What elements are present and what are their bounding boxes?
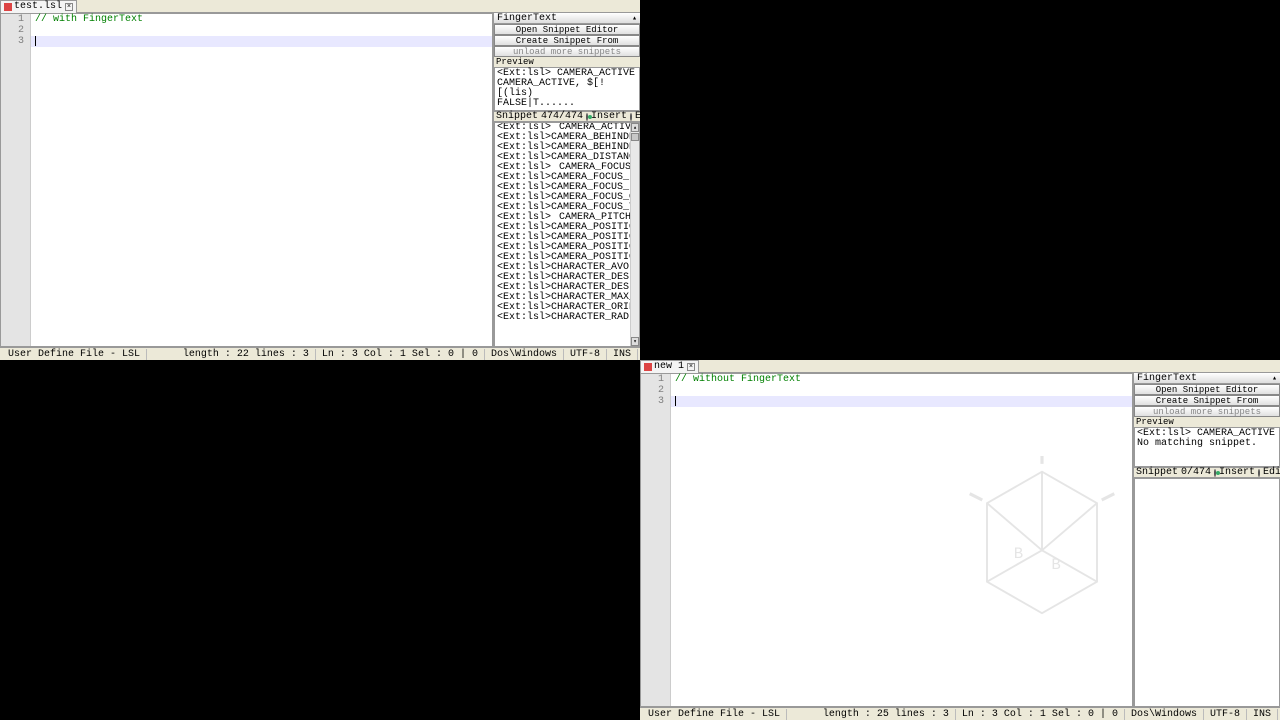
snippet-count: 474/474: [541, 111, 583, 122]
tab-bar: new 1 ×: [640, 360, 1280, 373]
code-area[interactable]: // without FingerText BB: [671, 374, 1132, 706]
file-icon: [644, 363, 652, 371]
main-area: 1 2 3 // with FingerText FingerText ▴ Op…: [0, 13, 640, 347]
line-gutter: 1 2 3: [1, 14, 31, 346]
status-filetype: User Define File - LSL: [642, 709, 787, 720]
fingertext-panel: FingerText ▴ Open Snippet Editor Create …: [493, 13, 640, 347]
snippet-count: 0/474: [1181, 467, 1211, 478]
edit-radio[interactable]: [1258, 469, 1260, 477]
status-encoding: UTF-8: [564, 349, 607, 360]
code-area[interactable]: // with FingerText: [31, 14, 492, 346]
snippet-list[interactable]: <Ext:lsl>CAMERA_ACTIVE<Ext:lsl>CAMERA_BE…: [494, 122, 640, 347]
close-icon[interactable]: ×: [65, 3, 73, 11]
snippet-item[interactable]: <Ext:lsl>CHARACTER_RADIU: [495, 313, 639, 323]
create-snippet-button[interactable]: Create Snippet From Selection: [494, 35, 640, 46]
panel-title: FingerText: [1137, 373, 1197, 383]
svg-text:B: B: [1014, 545, 1023, 563]
fingertext-panel: FingerText ▴ Open Snippet Editor Create …: [1133, 373, 1280, 707]
file-tab[interactable]: test.lsl ×: [0, 0, 77, 13]
insert-mode-label: Insert: [591, 111, 627, 122]
code-comment: // without FingerText: [675, 374, 801, 385]
editor-pane[interactable]: 1 2 3 // without FingerText BB: [640, 373, 1133, 707]
panel-close-icon[interactable]: ▴: [632, 13, 637, 23]
open-snippet-editor-button[interactable]: Open Snippet Editor: [1134, 384, 1280, 395]
status-position: Ln : 3 Col : 1 Sel : 0 | 0: [316, 349, 485, 360]
status-position: Ln : 3 Col : 1 Sel : 0 | 0: [956, 709, 1125, 720]
status-mode: INS: [1247, 709, 1278, 720]
watermark-icon: BB: [962, 456, 1122, 676]
editor-window-2: new 1 × 1 2 3 // without FingerText BB F…: [640, 360, 1280, 720]
file-icon: [4, 3, 12, 11]
code-comment: // with FingerText: [35, 14, 143, 25]
scroll-thumb[interactable]: [631, 133, 639, 141]
insert-radio[interactable]: [1214, 469, 1216, 477]
panel-title: FingerText: [497, 13, 557, 23]
status-length: length : 25 lines : 3: [817, 709, 956, 720]
preview-label: Preview: [494, 57, 640, 67]
tab-label: new 1: [654, 361, 684, 372]
edit-mode-label: Edit: [1263, 467, 1280, 478]
tab-bar: test.lsl ×: [0, 0, 640, 13]
snippet-label: Snippet: [496, 111, 538, 122]
line-gutter: 1 2 3: [641, 374, 671, 706]
status-encoding: UTF-8: [1204, 709, 1247, 720]
scrollbar[interactable]: ▴ ▾: [630, 123, 639, 346]
text-cursor: [35, 36, 36, 46]
panel-close-icon[interactable]: ▴: [1272, 373, 1277, 383]
close-icon[interactable]: ×: [687, 363, 695, 371]
create-snippet-button[interactable]: Create Snippet From Selection: [1134, 395, 1280, 406]
status-filetype: User Define File - LSL: [2, 349, 147, 360]
scroll-up-icon[interactable]: ▴: [631, 123, 639, 132]
download-snippets-button: unload more snippets (coming soo: [1134, 406, 1280, 417]
download-snippets-button: unload more snippets (coming soo: [494, 46, 640, 57]
preview-label: Preview: [1134, 417, 1280, 427]
snippet-label: Snippet: [1136, 467, 1178, 478]
editor-window-1: test.lsl × 1 2 3 // with FingerText Fing…: [0, 0, 640, 360]
insert-radio[interactable]: [586, 113, 588, 121]
edit-radio[interactable]: [630, 113, 632, 121]
open-snippet-editor-button[interactable]: Open Snippet Editor: [494, 24, 640, 35]
edit-mode-label: Edit: [635, 111, 640, 122]
status-eol: Dos\Windows: [485, 349, 564, 360]
status-length: length : 22 lines : 3: [177, 349, 316, 360]
status-eol: Dos\Windows: [1125, 709, 1204, 720]
scroll-down-icon[interactable]: ▾: [631, 337, 639, 346]
status-bar: User Define File - LSL length : 25 lines…: [640, 707, 1280, 720]
file-tab[interactable]: new 1 ×: [640, 360, 699, 373]
text-cursor: [675, 396, 676, 406]
tab-label: test.lsl: [14, 1, 62, 12]
status-bar: User Define File - LSL length : 22 lines…: [0, 347, 640, 360]
snippet-list[interactable]: [1134, 478, 1280, 707]
svg-text:B: B: [1051, 556, 1060, 574]
preview-box: <Ext:lsl> CAMERA_ACTIVE No matching snip…: [1134, 427, 1280, 467]
snippet-header: Snippet 474/474 Insert Edit: [494, 111, 640, 122]
insert-mode-label: Insert: [1219, 467, 1255, 478]
editor-pane[interactable]: 1 2 3 // with FingerText: [0, 13, 493, 347]
status-mode: INS: [607, 349, 638, 360]
snippet-header: Snippet 0/474 Insert Edit: [1134, 467, 1280, 478]
preview-box: <Ext:lsl> CAMERA_ACTIVE CAMERA_ACTIVE, $…: [494, 67, 640, 111]
panel-title-bar: FingerText ▴: [494, 13, 640, 24]
main-area: 1 2 3 // without FingerText BB FingerTex…: [640, 373, 1280, 707]
panel-title-bar: FingerText ▴: [1134, 373, 1280, 384]
